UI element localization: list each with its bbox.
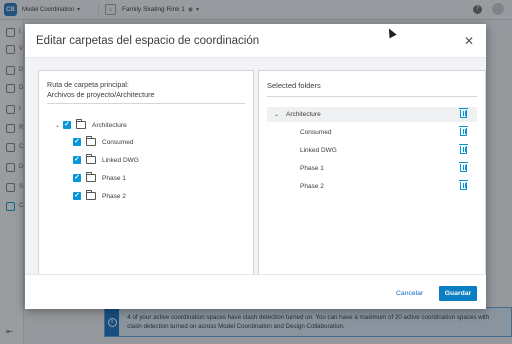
edit-folders-dialog: Editar carpetas del espacio de coordinac… xyxy=(25,24,486,309)
tree-row[interactable]: ⌄ ✓ Architecture xyxy=(55,119,127,131)
selected-folder-label: Architecture xyxy=(286,111,321,118)
selected-folder-row: ⌄ Architecture xyxy=(267,107,477,122)
path-label: Ruta de carpeta principal: xyxy=(47,80,129,89)
folder-icon xyxy=(86,190,96,200)
trash-icon[interactable] xyxy=(459,180,468,190)
folder-icon xyxy=(86,136,96,146)
path-value: Archivos de proyecto/Architecture xyxy=(47,90,155,99)
tree-row[interactable]: ✓ Consumed xyxy=(73,136,133,148)
trash-icon[interactable] xyxy=(459,126,468,136)
tree-row[interactable]: ✓ Phase 1 xyxy=(73,172,126,184)
selected-folders-title: Selected folders xyxy=(267,81,321,90)
folder-icon xyxy=(86,154,96,164)
selected-folder-row: Consumed xyxy=(267,125,477,140)
divider xyxy=(25,274,486,275)
selected-folder-label: Phase 1 xyxy=(300,165,324,172)
checkbox[interactable]: ✓ xyxy=(73,156,81,164)
save-button[interactable]: Guardar xyxy=(439,286,477,301)
checkbox[interactable]: ✓ xyxy=(73,192,81,200)
close-icon[interactable]: ✕ xyxy=(464,34,474,48)
divider xyxy=(267,96,477,97)
divider xyxy=(47,103,245,104)
selected-folder-label: Consumed xyxy=(300,129,332,136)
cancel-button[interactable]: Cancelar xyxy=(396,286,423,301)
selected-folder-label: Linked DWG xyxy=(300,147,337,154)
trash-icon[interactable] xyxy=(459,162,468,172)
selected-folders-panel: Selected folders ⌄ Architecture Consumed… xyxy=(258,70,486,275)
chevron-down-icon[interactable]: ⌄ xyxy=(55,122,63,129)
selected-folder-label: Phase 2 xyxy=(300,183,324,190)
tree-label: Phase 1 xyxy=(102,174,126,182)
trash-icon[interactable] xyxy=(459,144,468,154)
folder-tree-panel: Ruta de carpeta principal: Archivos de p… xyxy=(38,70,254,275)
selected-folder-row: Phase 1 xyxy=(267,161,477,176)
checkbox[interactable]: ✓ xyxy=(63,121,71,129)
chevron-down-icon[interactable]: ⌄ xyxy=(274,111,282,118)
tree-label: Linked DWG xyxy=(102,156,139,164)
checkbox[interactable]: ✓ xyxy=(73,138,81,146)
folder-icon xyxy=(76,119,86,129)
tree-label: Consumed xyxy=(102,138,134,146)
selected-folder-row: Linked DWG xyxy=(267,143,477,158)
folder-icon xyxy=(86,172,96,182)
tree-row[interactable]: ✓ Linked DWG xyxy=(73,154,139,166)
tree-row[interactable]: ✓ Phase 2 xyxy=(73,190,126,202)
selected-folder-row: Phase 2 xyxy=(267,179,477,194)
dialog-title: Editar carpetas del espacio de coordinac… xyxy=(36,35,260,47)
checkbox[interactable]: ✓ xyxy=(73,174,81,182)
tree-label: Phase 2 xyxy=(102,192,126,200)
tree-label: Architecture xyxy=(92,121,127,129)
trash-icon[interactable] xyxy=(459,108,468,118)
